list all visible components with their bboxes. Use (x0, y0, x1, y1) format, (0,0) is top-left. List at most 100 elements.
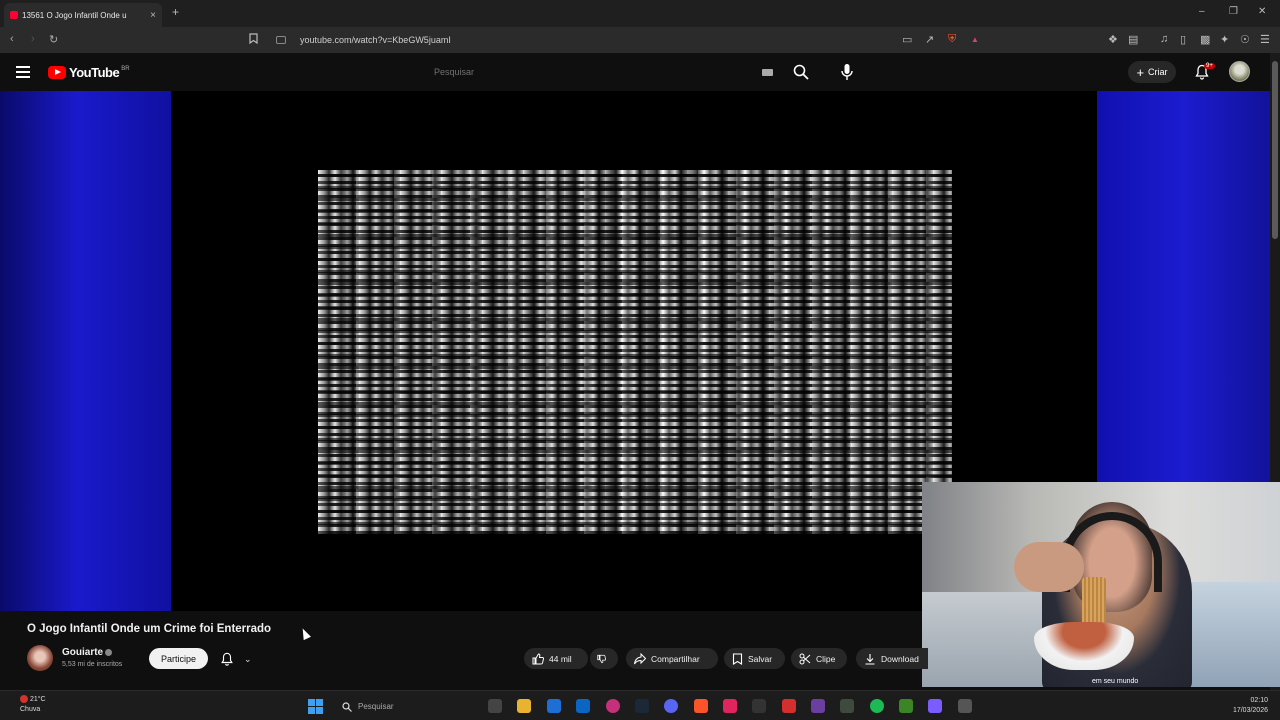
store-icon[interactable] (547, 699, 561, 713)
youtube-play-icon (48, 66, 66, 79)
forward-arrow-icon[interactable]: › (31, 33, 35, 45)
close-window-button[interactable]: ✕ (1258, 6, 1266, 17)
channel-name[interactable]: Gouiarte (62, 647, 103, 658)
youtube-logo[interactable]: YouTube BR (48, 65, 130, 80)
weather-label: Chuva (20, 706, 41, 713)
save-icon (732, 652, 743, 665)
mouse-cursor-icon (299, 626, 311, 641)
dislike-button[interactable] (590, 648, 618, 669)
streamer-hand (1014, 542, 1084, 592)
youtube-wordmark: YouTube (69, 65, 120, 80)
task-view-icon[interactable] (488, 699, 502, 713)
cast-icon[interactable]: ▭ (902, 33, 912, 46)
youtube-header: YouTube BR Pesquisar + Criar 9+ (0, 53, 1280, 91)
windows-taskbar: 21°C Chuva Pesquisar 02:10 17/03/2026 (0, 690, 1280, 720)
like-button[interactable]: 44 mil (524, 648, 588, 669)
download-icon (865, 653, 875, 665)
country-code: BR (121, 65, 130, 72)
notification-count-badge: 9+ (1204, 63, 1215, 69)
subscription-bell-icon[interactable] (220, 652, 234, 666)
verified-badge-icon (105, 649, 112, 656)
url-text: youtube.com/watch?v=KbeGW5juamI (300, 35, 451, 45)
download-button[interactable]: Download (856, 648, 928, 669)
back-arrow-icon[interactable]: ‹ (10, 33, 14, 45)
guide-menu-icon[interactable] (16, 66, 30, 78)
save-label: Salvar (748, 653, 773, 664)
streaming-app-icon[interactable] (928, 699, 942, 713)
tab-close-icon[interactable]: × (150, 10, 156, 21)
new-tab-button[interactable]: + (172, 5, 179, 19)
purple-app-icon[interactable] (811, 699, 825, 713)
search-input[interactable]: Pesquisar (426, 61, 782, 83)
account-avatar[interactable] (1229, 61, 1250, 82)
webcam-caption: em seu mundo (1092, 678, 1139, 685)
reading-list-icon[interactable]: ▯ (1180, 33, 1186, 46)
keyboard-icon[interactable] (762, 69, 773, 76)
save-button[interactable]: Salvar (724, 648, 785, 669)
channel-avatar[interactable] (27, 645, 53, 671)
create-button[interactable]: + Criar (1128, 61, 1176, 83)
weather-widget[interactable]: 21°C Chuva (20, 695, 46, 715)
media-icon[interactable]: ♫ (1160, 33, 1168, 45)
utility-app-icon[interactable] (958, 699, 972, 713)
browser-tab-active[interactable]: 13561 O Jogo Infantil Onde u × (4, 3, 162, 27)
sidebar-panel-icon[interactable]: ▤ (1128, 33, 1138, 46)
tiktok-icon[interactable] (723, 699, 737, 713)
bowl (1034, 622, 1134, 670)
tv-static-image (318, 170, 952, 534)
game-app-icon[interactable] (840, 699, 854, 713)
create-label: Criar (1148, 67, 1168, 77)
wallet-icon[interactable]: ▩ (1200, 33, 1210, 46)
clip-button[interactable]: Clipe (791, 648, 847, 669)
minecraft-icon[interactable] (899, 699, 913, 713)
clip-label: Clipe (816, 653, 836, 664)
minimize-button[interactable]: – (1199, 6, 1205, 17)
clock-time: 02:10 (1250, 697, 1268, 704)
browser-tab-bar: 13561 O Jogo Infantil Onde u × + – ❐ ✕ (0, 0, 1280, 27)
subscriber-count: 5,53 mi de inscritos (62, 661, 123, 668)
scissors-icon (799, 653, 811, 664)
leo-icon[interactable]: ✦ (1220, 33, 1229, 46)
edge-icon[interactable] (576, 699, 590, 713)
clock-date: 17/03/2026 (1232, 707, 1268, 714)
opera-icon[interactable] (606, 699, 620, 713)
taskbar-search-placeholder: Pesquisar (358, 702, 394, 711)
bookmark-icon[interactable] (249, 33, 258, 47)
share-page-icon[interactable]: ↗ (925, 33, 934, 46)
windows-start-icon[interactable] (308, 699, 323, 714)
red-app-icon[interactable] (782, 699, 796, 713)
system-clock[interactable]: 02:10 17/03/2026 (1226, 696, 1268, 716)
text-app-icon[interactable] (752, 699, 766, 713)
discord-icon[interactable] (664, 699, 678, 713)
share-label: Compartilhar (651, 653, 700, 664)
file-explorer-icon[interactable] (517, 699, 531, 713)
brave-shield-icon[interactable]: ⛨ (948, 33, 956, 46)
youtube-favicon-icon (10, 11, 18, 19)
browser-toolbar: ‹ › ↻ youtube.com/watch?v=KbeGW5juamI ▭ … (0, 27, 1280, 53)
chevron-down-icon[interactable]: ⌄ (244, 654, 252, 665)
video-frame-left-panel (0, 91, 171, 611)
share-button[interactable]: Compartilhar (626, 648, 718, 669)
reload-icon[interactable]: ↻ (49, 33, 58, 46)
thumbs-down-icon (597, 654, 606, 663)
video-title: O Jogo Infantil Onde um Crime foi Enterr… (27, 623, 272, 635)
brave-rewards-icon[interactable]: ▲ (971, 35, 979, 44)
site-info-icon[interactable] (276, 36, 286, 44)
microphone-icon[interactable] (840, 63, 854, 81)
spotify-icon[interactable] (870, 699, 884, 713)
vpn-icon[interactable]: ☉ (1240, 33, 1250, 46)
taskbar-search[interactable]: Pesquisar (334, 697, 474, 716)
brave-icon[interactable] (694, 699, 708, 713)
extensions-icon[interactable]: ❖ (1108, 33, 1118, 46)
weather-icon (20, 695, 28, 704)
steam-icon[interactable] (635, 699, 649, 713)
menu-icon[interactable]: ☰ (1260, 33, 1270, 46)
search-icon (342, 701, 352, 712)
scrollbar-thumb[interactable] (1272, 61, 1278, 239)
thumbs-up-icon (532, 652, 544, 664)
address-bar[interactable]: youtube.com/watch?v=KbeGW5juamI (270, 31, 992, 49)
join-button[interactable]: Participe (149, 648, 208, 669)
maximize-button[interactable]: ❐ (1229, 6, 1238, 17)
search-icon[interactable] (793, 64, 809, 80)
share-icon (634, 652, 646, 664)
